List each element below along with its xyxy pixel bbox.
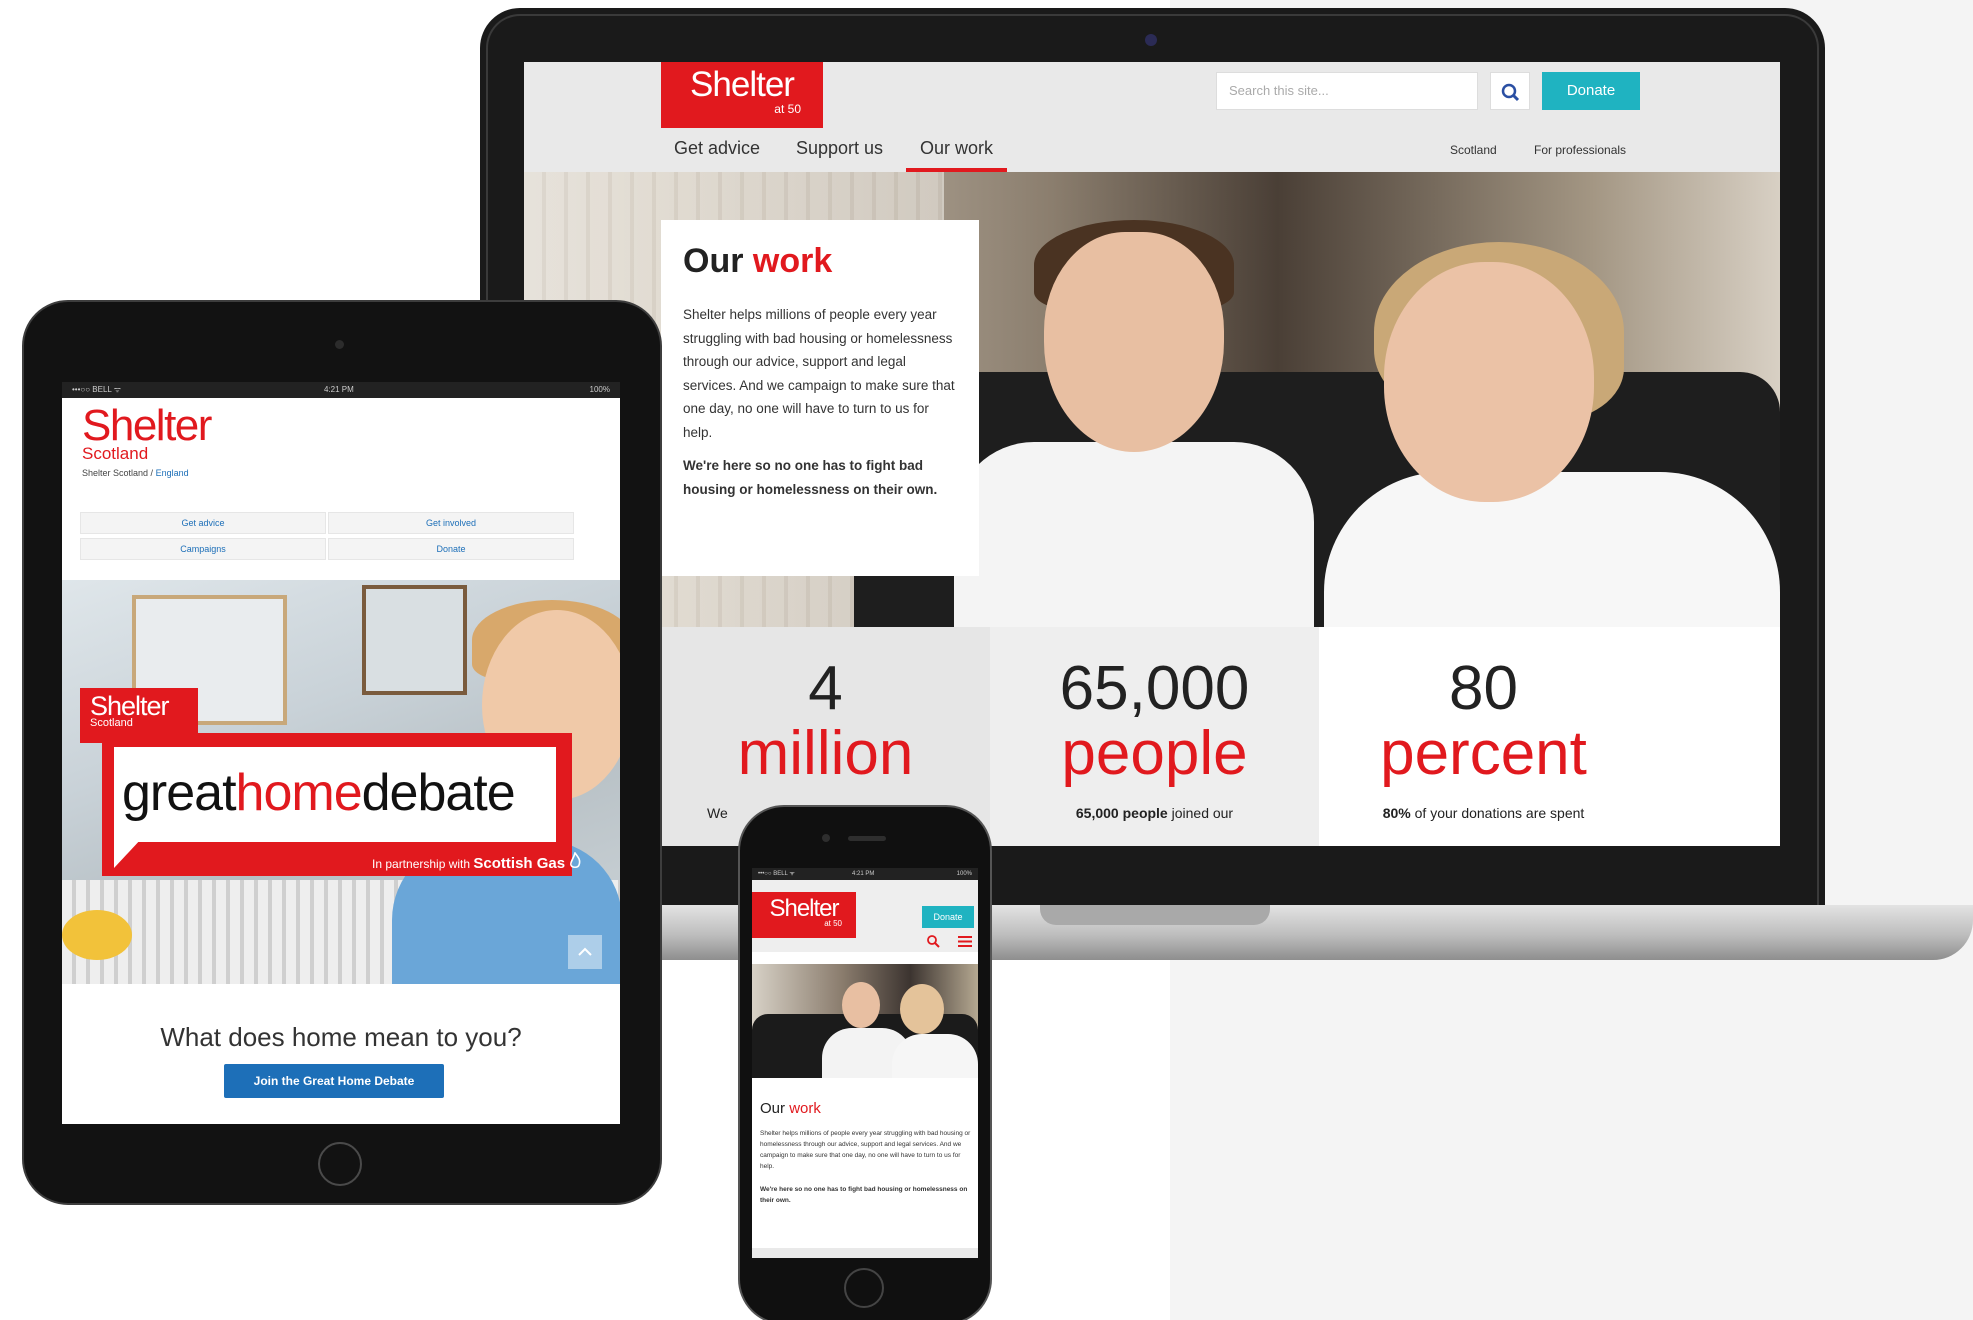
search-icon[interactable] — [926, 934, 940, 948]
laptop-camera — [1145, 34, 1157, 46]
stat-80-percent: 80 percent 80% of your donations are spe… — [1319, 627, 1648, 846]
search-input[interactable]: Search this site... — [1216, 72, 1478, 110]
intro-text: Shelter helps millions of people every y… — [760, 1130, 971, 1170]
shelter-logo[interactable]: Shelter at 50 — [752, 892, 856, 938]
tablet-camera — [335, 340, 344, 349]
donate-button[interactable]: Donate — [922, 906, 974, 928]
scroll-up-icon — [578, 947, 592, 956]
our-work-card: Our work Shelter helps millions of peopl… — [661, 220, 979, 576]
laptop-screen: Shelter at 50 Search this site... Donate… — [524, 62, 1780, 846]
nav-our-work[interactable]: Our work — [905, 138, 1008, 172]
logo-wordmark: Shelter — [690, 65, 795, 104]
flame-icon — [570, 851, 581, 869]
join-debate-button[interactable]: Join the Great Home Debate — [224, 1064, 444, 1098]
stat-65000-people: 65,000 people 65,000 people joined our — [990, 627, 1319, 846]
partner-credit: In partnership with Scottish Gas — [372, 851, 582, 872]
intro-emphasis: We're here so no one has to fight bad ho… — [760, 1186, 968, 1204]
phone-home-button[interactable] — [844, 1268, 884, 1308]
tablet-screen: •••○○ BELL ᯤ 4:21 PM 100% Shelter Scotla… — [62, 382, 620, 1124]
campaign-title: greathomedebate — [122, 764, 516, 822]
menu-get-advice[interactable]: Get advice — [80, 512, 326, 534]
breadcrumb-england-link[interactable]: England — [156, 468, 189, 478]
search-button[interactable] — [1490, 72, 1530, 110]
site-header: Shelter at 50 Search this site... Donate… — [524, 62, 1780, 172]
page-title: Our work — [683, 242, 833, 280]
campaign-hero: Shelter Scotland greathomedebate In part… — [62, 580, 620, 984]
page-title: Our work — [760, 1100, 821, 1117]
shelter-logo[interactable]: Shelter at 50 — [661, 62, 823, 128]
search-icon — [1501, 83, 1520, 102]
scroll-up-button[interactable] — [568, 935, 602, 969]
nav-get-advice[interactable]: Get advice — [674, 138, 760, 159]
menu-campaigns[interactable]: Campaigns — [80, 538, 326, 560]
intro-emphasis: We're here so no one has to fight bad ho… — [683, 458, 938, 497]
status-bar: •••○○ BELL ᯤ 4:21 PM 100% — [752, 868, 978, 880]
phone-screen: •••○○ BELL ᯤ 4:21 PM 100% Shelter at 50 … — [752, 868, 978, 1258]
nav-scotland[interactable]: Scotland — [1450, 143, 1497, 157]
donate-button[interactable]: Donate — [1542, 72, 1640, 110]
nav-for-professionals[interactable]: For professionals — [1534, 143, 1626, 157]
site-header: Shelter at 50 Donate — [752, 880, 978, 952]
menu-donate[interactable]: Donate — [328, 538, 574, 560]
tablet-home-button[interactable] — [318, 1142, 362, 1186]
logo-tagline: at 50 — [774, 102, 801, 116]
status-bar: •••○○ BELL ᯤ 4:21 PM 100% — [62, 382, 620, 398]
shelter-scotland-logo[interactable]: Shelter Scotland — [82, 404, 212, 464]
menu-icon[interactable] — [958, 936, 972, 947]
phone-speaker — [848, 836, 886, 841]
site-header: Shelter Scotland Shelter Scotland / Engl… — [62, 398, 620, 478]
hero-photo — [752, 964, 978, 1078]
intro-text: Shelter helps millions of people every y… — [683, 307, 955, 440]
laptop-notch — [1040, 905, 1270, 925]
campaign-question: What does home mean to you? — [160, 1022, 522, 1052]
nav-support-us[interactable]: Support us — [796, 138, 883, 159]
shelter-scotland-badge: Shelter Scotland — [80, 688, 198, 743]
breadcrumb: Shelter Scotland / England — [82, 468, 189, 478]
phone-camera — [822, 834, 830, 842]
menu-get-involved[interactable]: Get involved — [328, 512, 574, 534]
